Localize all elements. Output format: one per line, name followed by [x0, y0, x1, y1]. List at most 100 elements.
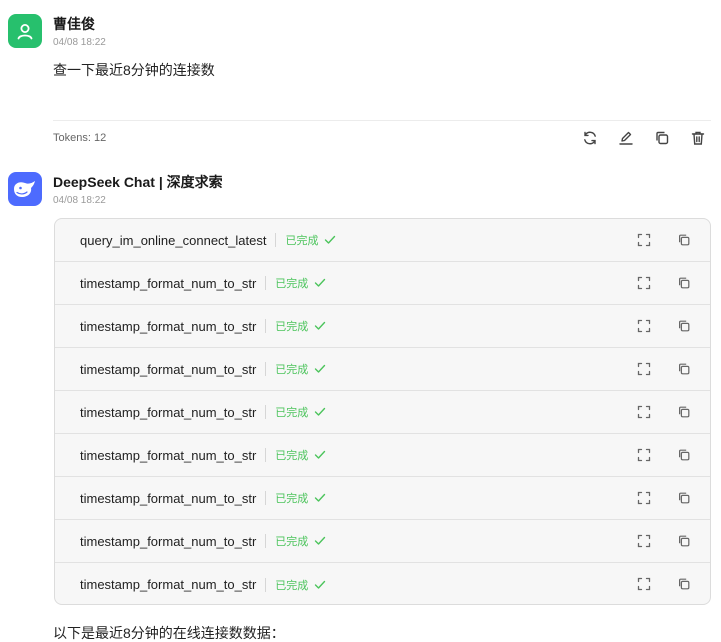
expand-button[interactable]	[636, 404, 652, 420]
copy-icon	[679, 363, 690, 375]
tool-call-name: timestamp_format_num_to_str	[80, 490, 257, 506]
tool-call-row[interactable]: timestamp_format_num_to_str 已完成	[55, 434, 710, 477]
expand-icon	[637, 448, 651, 462]
check-icon	[314, 321, 326, 331]
status-badge: 已完成	[275, 493, 309, 505]
expand-button[interactable]	[636, 447, 652, 463]
expand-button[interactable]	[636, 576, 652, 592]
edit-button[interactable]	[617, 129, 635, 147]
expand-icon	[637, 319, 651, 333]
bot-reply-text: 以下是最近8分钟的在线连接数数据：	[53, 625, 285, 641]
separator	[265, 362, 267, 376]
refresh-icon	[584, 131, 596, 145]
bot-message-time: 04/08 18:22	[53, 195, 106, 206]
tool-call-name: timestamp_format_num_to_str	[80, 404, 257, 420]
separator	[265, 491, 267, 505]
token-count: Tokens: 12	[53, 132, 107, 144]
tool-call-row[interactable]: timestamp_format_num_to_str 已完成	[55, 391, 710, 434]
copy-icon	[656, 131, 669, 145]
expand-button[interactable]	[636, 361, 652, 377]
copy-button[interactable]	[676, 404, 692, 420]
tool-call-name: timestamp_format_num_to_str	[80, 318, 257, 334]
tool-call-row[interactable]: timestamp_format_num_to_str 已完成	[55, 520, 710, 563]
check-icon	[314, 407, 326, 417]
copy-button[interactable]	[676, 318, 692, 334]
separator	[265, 405, 267, 419]
copy-icon	[679, 406, 690, 418]
tool-call-list: query_im_online_connect_latest 已完成 times…	[54, 218, 711, 605]
expand-button[interactable]	[636, 232, 652, 248]
check-icon	[314, 580, 326, 590]
status-badge: 已完成	[275, 278, 309, 290]
copy-button[interactable]	[676, 490, 692, 506]
tool-call-name: timestamp_format_num_to_str	[80, 533, 257, 549]
check-icon	[314, 278, 326, 288]
copy-button[interactable]	[676, 447, 692, 463]
expand-icon	[637, 491, 651, 505]
expand-button[interactable]	[636, 533, 652, 549]
delete-icon	[691, 131, 705, 145]
check-icon	[314, 364, 326, 374]
separator	[275, 233, 277, 247]
message-actions	[581, 129, 707, 147]
check-icon	[314, 450, 326, 460]
copy-icon	[679, 234, 690, 246]
copy-icon	[679, 449, 690, 461]
bot-message-header: DeepSeek Chat | 深度求索 04/08 18:22	[8, 172, 223, 206]
user-icon	[17, 24, 33, 40]
status-badge: 已完成	[275, 364, 309, 376]
status-badge: 已完成	[275, 407, 309, 419]
status-badge: 已完成	[285, 235, 319, 247]
separator	[265, 276, 267, 290]
separator	[265, 534, 267, 548]
copy-icon	[679, 535, 690, 547]
check-icon	[324, 235, 336, 245]
expand-button[interactable]	[636, 318, 652, 334]
tool-call-name: timestamp_format_num_to_str	[80, 275, 257, 291]
user-message-text: 查一下最近8分钟的连接数	[53, 62, 215, 78]
status-badge: 已完成	[275, 579, 309, 592]
tool-call-row[interactable]: timestamp_format_num_to_str 已完成	[55, 305, 710, 348]
tool-call-row[interactable]: timestamp_format_num_to_str 已完成	[55, 563, 710, 604]
expand-icon	[637, 362, 651, 376]
copy-icon	[679, 578, 690, 590]
bot-name: DeepSeek Chat | 深度求索	[53, 174, 223, 190]
expand-icon	[637, 276, 651, 290]
copy-button[interactable]	[676, 275, 692, 291]
check-icon	[314, 536, 326, 546]
status-badge: 已完成	[275, 450, 309, 462]
tool-call-row[interactable]: query_im_online_connect_latest 已完成	[55, 219, 710, 262]
tool-call-name: timestamp_format_num_to_str	[80, 361, 257, 377]
delete-button[interactable]	[689, 129, 707, 147]
tool-call-name: timestamp_format_num_to_str	[80, 447, 257, 463]
copy-button[interactable]	[653, 129, 671, 147]
tool-call-row[interactable]: timestamp_format_num_to_str 已完成	[55, 262, 710, 305]
expand-icon	[637, 233, 651, 247]
message-divider	[53, 120, 711, 121]
copy-button[interactable]	[676, 576, 692, 592]
tool-call-name: timestamp_format_num_to_str	[80, 577, 257, 592]
tool-call-row[interactable]: timestamp_format_num_to_str 已完成	[55, 477, 710, 520]
chat-page: 曹佳俊 04/08 18:22 查一下最近8分钟的连接数 Tokens: 12	[0, 0, 721, 642]
expand-icon	[637, 405, 651, 419]
expand-button[interactable]	[636, 275, 652, 291]
expand-button[interactable]	[636, 490, 652, 506]
user-name: 曹佳俊	[53, 16, 95, 32]
edit-icon	[619, 131, 633, 145]
separator	[265, 577, 267, 592]
copy-button[interactable]	[676, 533, 692, 549]
refresh-button[interactable]	[581, 129, 599, 147]
copy-icon	[679, 277, 690, 289]
copy-button[interactable]	[676, 232, 692, 248]
copy-icon	[679, 320, 690, 332]
copy-button[interactable]	[676, 361, 692, 377]
tool-call-name: query_im_online_connect_latest	[80, 232, 267, 248]
check-icon	[314, 493, 326, 503]
status-badge: 已完成	[275, 536, 309, 548]
separator	[265, 319, 267, 333]
user-avatar	[8, 14, 42, 48]
separator	[265, 448, 267, 462]
tool-call-row[interactable]: timestamp_format_num_to_str 已完成	[55, 348, 710, 391]
status-badge: 已完成	[275, 321, 309, 333]
copy-icon	[679, 492, 690, 504]
